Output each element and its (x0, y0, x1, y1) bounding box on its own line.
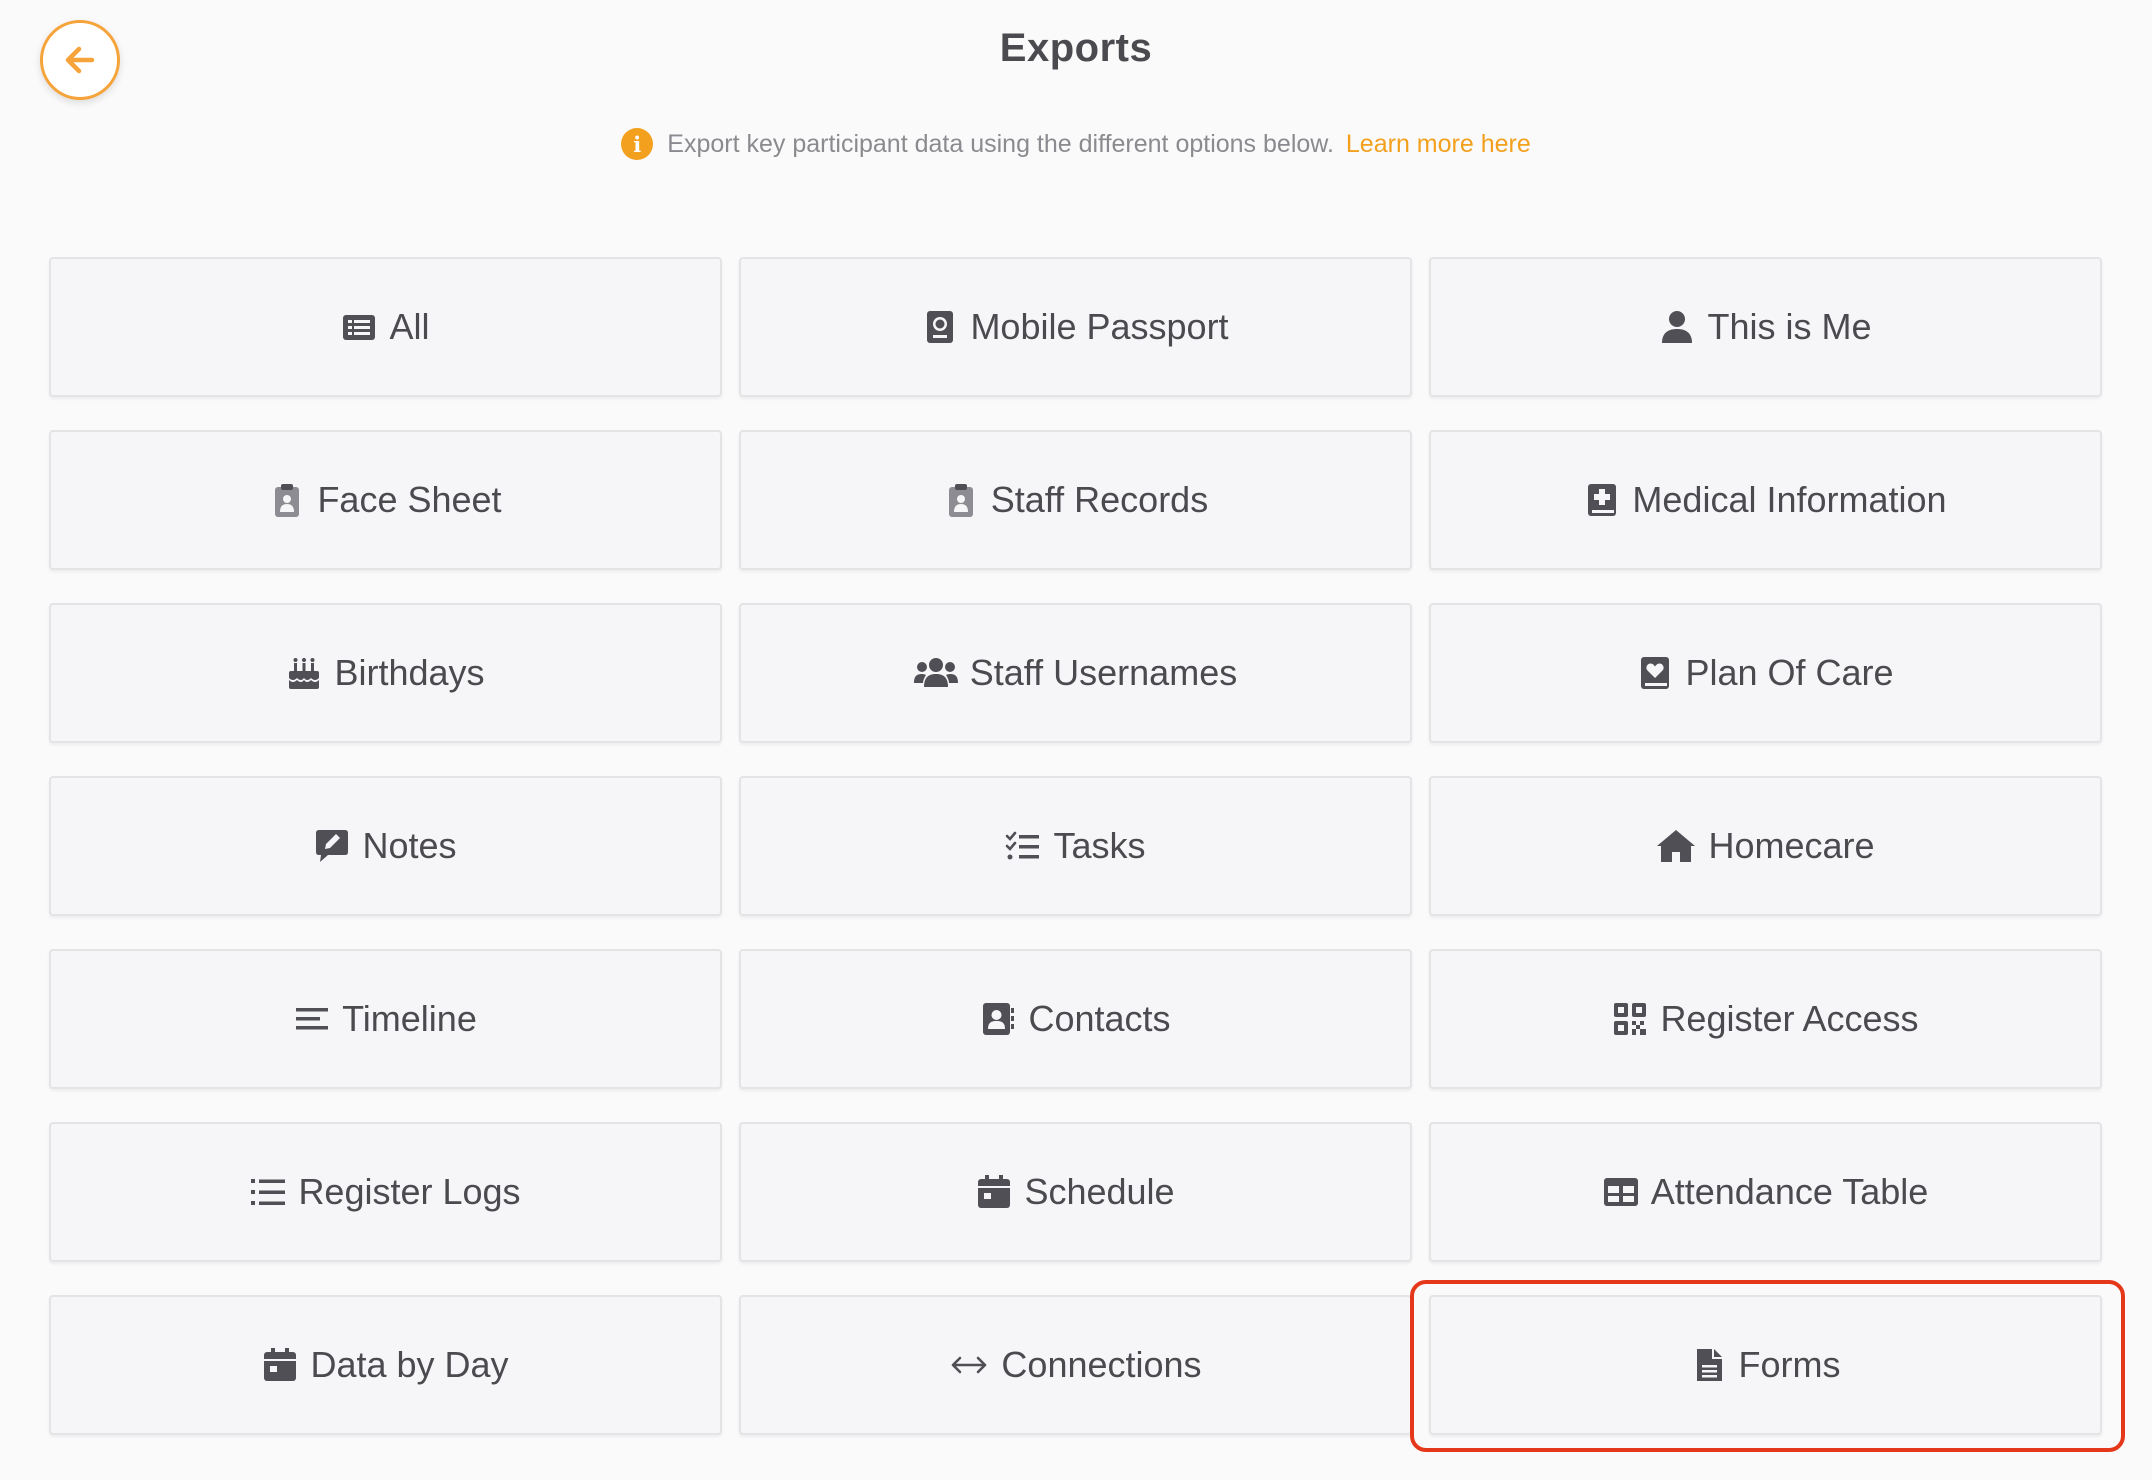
export-connections-button[interactable]: Connections (739, 1295, 1412, 1435)
export-this-is-me-button[interactable]: This is Me (1429, 257, 2102, 397)
book-heart-icon (1637, 655, 1673, 691)
learn-more-link[interactable]: Learn more here (1346, 130, 1531, 159)
tile-label: Plan Of Care (1685, 652, 1894, 693)
tile-label: Face Sheet (317, 479, 502, 520)
list-ul-icon (250, 1174, 286, 1210)
page-title: Exports (999, 26, 1153, 70)
export-face-sheet-button[interactable]: Face Sheet (49, 430, 722, 570)
export-attendance-table-button[interactable]: Attendance Table (1429, 1122, 2102, 1262)
tile-label: Staff Usernames (969, 652, 1238, 693)
tile-label: Staff Records (990, 479, 1209, 520)
tile-label: Birthdays (334, 652, 485, 693)
arrows-h-icon (949, 1347, 989, 1383)
export-notes-button[interactable]: Notes (49, 776, 722, 916)
birthday-cake-icon (286, 655, 322, 691)
qrcode-icon (1612, 1001, 1648, 1037)
export-register-logs-button[interactable]: Register Logs (49, 1122, 722, 1262)
tile-label: Tasks (1053, 825, 1146, 866)
export-register-access-button[interactable]: Register Access (1429, 949, 2102, 1089)
tile-label: Notes (362, 825, 457, 866)
export-data-by-day-button[interactable]: Data by Day (49, 1295, 722, 1435)
tile-label: Connections (1001, 1344, 1202, 1385)
clipboard-user-icon (269, 482, 305, 518)
home-icon (1656, 828, 1696, 864)
user-icon (1659, 309, 1695, 345)
export-tasks-button[interactable]: Tasks (739, 776, 1412, 916)
table-icon (1603, 1174, 1639, 1210)
tile-label: Forms (1738, 1344, 1841, 1385)
passport-icon (922, 309, 958, 345)
comment-edit-icon (314, 828, 350, 864)
tile-label: Mobile Passport (970, 306, 1229, 347)
export-forms-button[interactable]: Forms (1429, 1295, 2102, 1435)
export-contacts-button[interactable]: Contacts (739, 949, 1412, 1089)
info-banner: i Export key participant data using the … (0, 128, 2152, 160)
tile-label: Homecare (1708, 825, 1875, 866)
export-mobile-passport-button[interactable]: Mobile Passport (739, 257, 1412, 397)
tile-label: Attendance Table (1650, 1171, 1929, 1212)
address-book-icon (980, 1001, 1016, 1037)
tile-label: Register Access (1660, 998, 1919, 1039)
tile-label: All (389, 306, 430, 347)
book-medical-icon (1584, 482, 1620, 518)
exports-page: Exports i Export key participant data us… (0, 0, 2152, 1480)
export-staff-records-button[interactable]: Staff Records (739, 430, 1412, 570)
export-staff-usernames-button[interactable]: Staff Usernames (739, 603, 1412, 743)
tile-label: Register Logs (298, 1171, 521, 1212)
export-medical-information-button[interactable]: Medical Information (1429, 430, 2102, 570)
export-options-grid: All Mobile Passport This is Me Face Shee… (49, 257, 2102, 1435)
info-text: Export key participant data using the di… (667, 129, 1334, 158)
export-plan-of-care-button[interactable]: Plan Of Care (1429, 603, 2102, 743)
tile-label: Contacts (1028, 998, 1171, 1039)
tile-label: Medical Information (1632, 479, 1947, 520)
clipboard-user-icon (943, 482, 979, 518)
export-homecare-button[interactable]: Homecare (1429, 776, 2102, 916)
tile-label: Data by Day (310, 1344, 509, 1385)
calendar-icon (976, 1174, 1012, 1210)
calendar-day-icon (262, 1347, 298, 1383)
export-all-button[interactable]: All (49, 257, 722, 397)
export-timeline-button[interactable]: Timeline (49, 949, 722, 1089)
bars-icon (294, 1001, 330, 1037)
export-schedule-button[interactable]: Schedule (739, 1122, 1412, 1262)
export-birthdays-button[interactable]: Birthdays (49, 603, 722, 743)
list-alt-icon (341, 309, 377, 345)
tasks-icon (1005, 828, 1041, 864)
tile-label: This is Me (1707, 306, 1872, 347)
file-alt-icon (1691, 1347, 1727, 1383)
tile-label: Timeline (342, 998, 477, 1039)
tile-label: Schedule (1024, 1171, 1175, 1212)
users-icon (913, 655, 958, 691)
info-icon: i (621, 128, 654, 160)
